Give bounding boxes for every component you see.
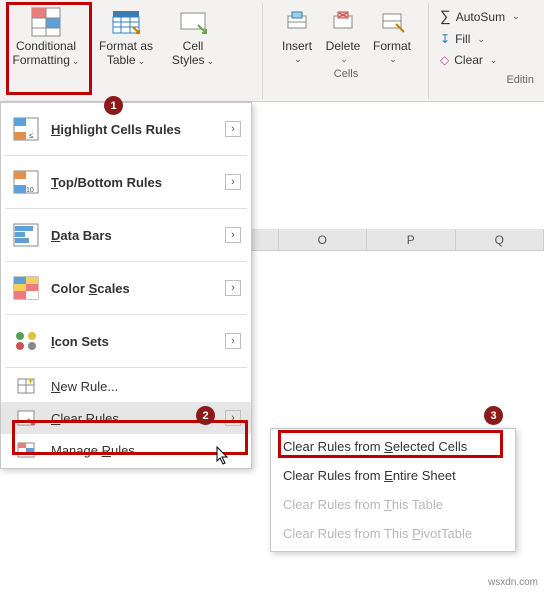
format-button[interactable]: Format ⌄ (366, 2, 418, 66)
col-head-q[interactable]: Q (456, 229, 544, 250)
sigma-icon: ∑ (440, 8, 451, 25)
cursor-icon (216, 446, 232, 466)
clear-rules-this-table: Clear Rules from This Table (271, 490, 515, 519)
clear-label: Clear (454, 53, 483, 67)
cells-group: Insert ⌄ Delete ⌄ Format ⌄ Cells (270, 0, 422, 82)
menu-newrule-label: New Rule... (51, 379, 241, 394)
clear-rules-entire-sheet[interactable]: Clear Rules from Entire Sheet (271, 461, 515, 490)
menu-topbottom-label: Top/Bottom Rules (51, 175, 225, 190)
submenu-arrow-icon: › (225, 280, 241, 296)
highlight-box-2 (12, 420, 248, 455)
autosum-label: AutoSum (456, 10, 505, 24)
insert-icon (281, 6, 313, 38)
cell-styles-button[interactable]: Cell Styles⌄ (166, 2, 220, 70)
delete-icon (327, 6, 359, 38)
clear-rules-this-pivot: Clear Rules from This PivotTable (271, 519, 515, 548)
col-head-o[interactable]: O (279, 229, 368, 250)
menu-highlight-label: Highlight Cells Rules (51, 122, 225, 137)
highlight-box-1 (6, 2, 92, 95)
submenu-arrow-icon: › (225, 227, 241, 243)
menu-data-bars[interactable]: Data Bars › (1, 211, 251, 259)
menu-top-bottom-rules[interactable]: 10 Top/Bottom Rules › (1, 158, 251, 206)
menu-iconsets-label: Icon Sets (51, 334, 225, 349)
cells-group-caption: Cells (334, 66, 358, 82)
delete-label: Delete (326, 40, 361, 54)
format-label: Format (373, 40, 411, 54)
svg-text:≤: ≤ (29, 131, 34, 140)
fill-label: Fill (455, 32, 470, 46)
submenu-arrow-icon: › (225, 121, 241, 137)
new-rule-icon: + (11, 377, 41, 395)
color-scales-icon (11, 274, 41, 302)
data-bars-icon (11, 221, 41, 249)
menu-databars-label: Data Bars (51, 228, 225, 243)
svg-text:10: 10 (26, 187, 34, 194)
svg-text:+: + (28, 377, 33, 386)
cell-styles-icon (177, 6, 209, 38)
format-as-table-button[interactable]: Format as Table⌄ (92, 2, 160, 70)
fill-icon: ↧ (440, 32, 450, 46)
cs-label-2: Styles⌄ (172, 54, 214, 68)
editing-group-caption: Editin (436, 72, 536, 88)
callout-2: 2 (196, 406, 215, 425)
watermark: wsxdn.com (488, 577, 538, 588)
menu-color-scales[interactable]: Color Scales › (1, 264, 251, 312)
menu-icon-sets[interactable]: Icon Sets › (1, 317, 251, 365)
highlight-cells-icon: ≤ (11, 115, 41, 143)
editing-group: ∑ AutoSum ⌄ ↧ Fill ⌄ ◇ Clear ⌄ Editin (432, 0, 540, 94)
fat-label-2: Table⌄ (107, 54, 145, 68)
submenu-arrow-icon: › (225, 174, 241, 190)
cs-label-1: Cell (183, 40, 204, 54)
menu-new-rule[interactable]: + New Rule... (1, 370, 251, 402)
clear-button[interactable]: ◇ Clear ⌄ (436, 51, 536, 69)
delete-button[interactable]: Delete ⌄ (320, 2, 366, 66)
fill-button[interactable]: ↧ Fill ⌄ (436, 30, 536, 48)
callout-1: 1 (104, 96, 123, 115)
top-bottom-icon: 10 (11, 168, 41, 196)
menu-colorscales-label: Color Scales (51, 281, 225, 296)
highlight-box-3 (278, 430, 503, 458)
submenu-arrow-icon: › (225, 333, 241, 349)
format-icon (376, 6, 408, 38)
insert-button[interactable]: Insert ⌄ (274, 2, 320, 66)
icon-sets-icon (11, 327, 41, 355)
format-as-table-icon (110, 6, 142, 38)
menu-highlight-cells-rules[interactable]: ≤ Highlight Cells Rules › (1, 105, 251, 153)
autosum-button[interactable]: ∑ AutoSum ⌄ (436, 6, 536, 27)
eraser-icon: ◇ (440, 53, 449, 67)
callout-3: 3 (484, 406, 503, 425)
fat-label-1: Format as (99, 40, 153, 54)
col-head-p[interactable]: P (367, 229, 456, 250)
insert-label: Insert (282, 40, 312, 54)
